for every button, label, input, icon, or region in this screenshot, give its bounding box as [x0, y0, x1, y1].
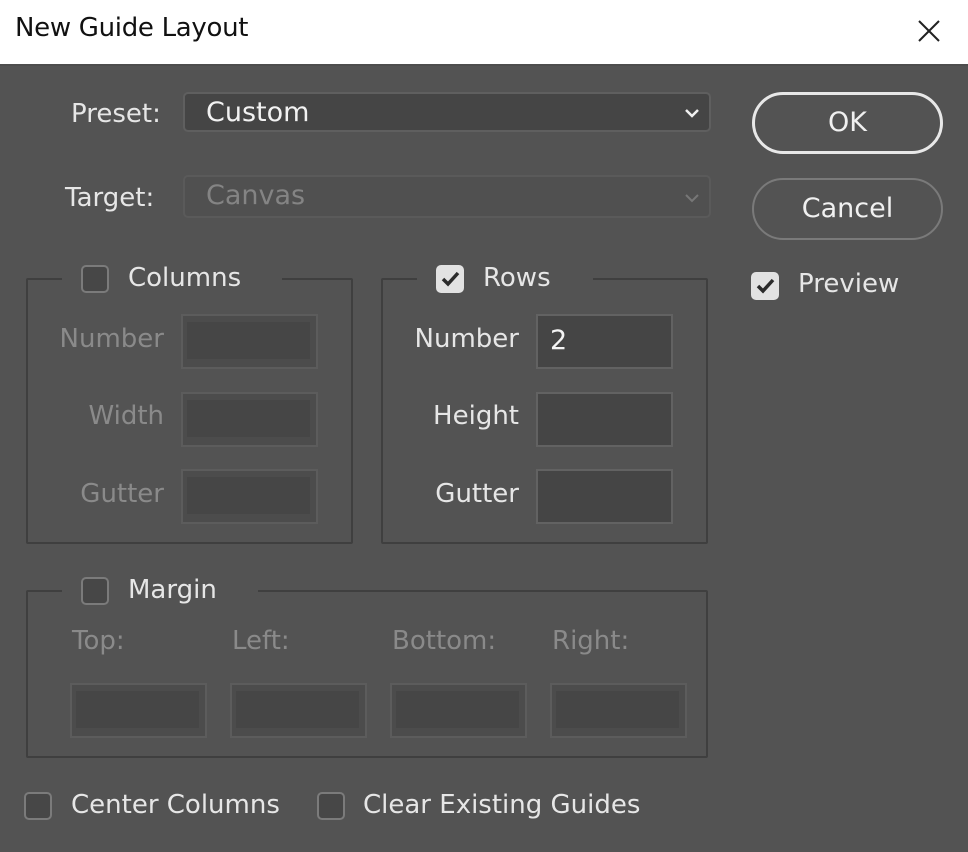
- target-value: Canvas: [206, 180, 306, 211]
- ok-button[interactable]: OK: [752, 92, 943, 154]
- rows-label: Rows: [483, 263, 551, 293]
- preview-checkbox[interactable]: [751, 272, 779, 300]
- margin-left-input[interactable]: [230, 683, 367, 738]
- target-label: Target:: [65, 183, 155, 213]
- chevron-down-icon: [685, 194, 699, 203]
- columns-gutter-input[interactable]: [181, 469, 318, 524]
- center-columns-checkbox[interactable]: [24, 792, 52, 820]
- columns-label: Columns: [128, 263, 242, 293]
- rows-number-value: 2: [550, 325, 568, 356]
- rows-height-input[interactable]: [536, 392, 673, 447]
- rows-checkbox[interactable]: [436, 265, 464, 293]
- dialog-title: New Guide Layout: [15, 13, 249, 43]
- margin-checkbox[interactable]: [81, 577, 109, 605]
- margin-right-input[interactable]: [550, 683, 687, 738]
- columns-number-label: Number: [59, 324, 164, 354]
- center-columns-label: Center Columns: [71, 790, 280, 820]
- margin-right-label: Right:: [552, 626, 630, 656]
- columns-gutter-label: Gutter: [80, 479, 164, 509]
- close-icon: [918, 20, 940, 42]
- rows-gutter-input[interactable]: [536, 469, 673, 524]
- preset-value: Custom: [206, 97, 310, 128]
- columns-number-input[interactable]: [181, 314, 318, 369]
- margin-top-label: Top:: [72, 626, 125, 656]
- margin-bottom-input[interactable]: [390, 683, 527, 738]
- columns-checkbox[interactable]: [81, 265, 109, 293]
- margin-top-input[interactable]: [70, 683, 207, 738]
- chevron-down-icon: [685, 109, 699, 118]
- margin-label: Margin: [128, 575, 217, 605]
- checkmark-icon: [756, 278, 775, 294]
- close-button[interactable]: [912, 14, 946, 48]
- preset-label: Preset:: [71, 99, 161, 129]
- rows-number-input[interactable]: 2: [536, 314, 673, 369]
- preview-label: Preview: [798, 269, 900, 299]
- preset-select[interactable]: Custom: [183, 92, 711, 132]
- rows-gutter-label: Gutter: [435, 479, 519, 509]
- columns-width-input[interactable]: [181, 392, 318, 447]
- title-bar: New Guide Layout: [0, 0, 968, 64]
- cancel-button[interactable]: Cancel: [752, 178, 943, 240]
- target-select[interactable]: Canvas: [183, 175, 711, 218]
- clear-existing-guides-checkbox[interactable]: [317, 792, 345, 820]
- margin-bottom-label: Bottom:: [392, 626, 497, 656]
- checkmark-icon: [441, 271, 460, 287]
- rows-number-label: Number: [414, 324, 519, 354]
- rows-height-label: Height: [433, 401, 519, 431]
- clear-existing-guides-label: Clear Existing Guides: [363, 790, 641, 820]
- divider: [0, 64, 968, 66]
- columns-width-label: Width: [88, 401, 164, 431]
- margin-left-label: Left:: [232, 626, 290, 656]
